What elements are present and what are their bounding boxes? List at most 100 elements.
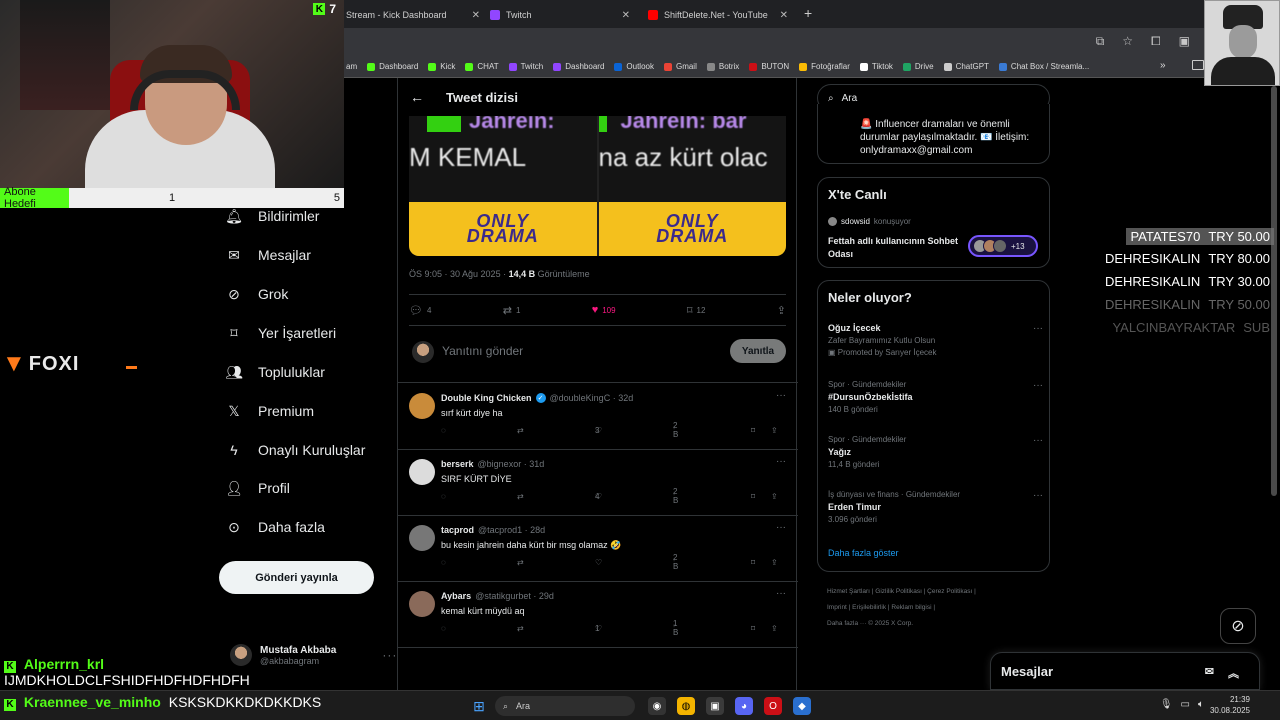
taskbar-search[interactable]: ⌕ Ara <box>495 696 635 716</box>
opera-icon[interactable]: O <box>764 697 782 715</box>
bookmark-item[interactable]: BUTON <box>749 62 789 71</box>
new-tab-button[interactable]: + <box>804 5 812 21</box>
more-icon[interactable]: ··· <box>382 648 397 662</box>
close-tab-icon[interactable]: ✕ <box>622 10 630 21</box>
microphone-icon[interactable]: 🎙︎ <box>1160 699 1173 710</box>
bookmarks-bar: am Dashboard Kick CHAT Twitch Dashboard Outloo… <box>344 56 1204 78</box>
media-image-left[interactable]: Jahrein: M KEMAL ONLY DRAMA <box>409 116 597 256</box>
post-button[interactable]: Gönderi yayınla <box>219 561 374 594</box>
app-icon[interactable]: ◆ <box>793 697 811 715</box>
media-image-right[interactable]: Jahrein: bar na az kürt olac ONLY DRAMA <box>598 116 786 256</box>
install-icon[interactable]: ⧉ <box>1096 34 1105 49</box>
chevron-up-icon[interactable]: ︽ <box>1228 665 1239 681</box>
bookmark-item[interactable]: am <box>346 62 357 71</box>
reply-author[interactable]: tacprod <box>441 525 474 535</box>
taskbar-clock[interactable]: 21:39 30.08.2025 <box>1210 694 1250 716</box>
obs-icon[interactable]: ◉ <box>648 697 666 715</box>
grok-fab-button[interactable]: ⊘ <box>1220 608 1256 644</box>
sidebar-item-notifications[interactable]: 🔔︎ Bildirimler <box>225 208 319 225</box>
tweet-media[interactable]: Jahrein: M KEMAL ONLY DRAMA Jahrein: bar… <box>409 116 786 256</box>
scrollbar[interactable] <box>1271 86 1277 496</box>
avatar[interactable] <box>409 525 435 551</box>
reply-tweet[interactable]: berserk @bignexor · 31d ··· SIRF KÜRT DİYE ◌… <box>398 450 798 516</box>
tab-youtube[interactable]: ShiftDelete.Net - YouTube ✕ <box>648 4 792 26</box>
avatar[interactable] <box>409 393 435 419</box>
windows-start-icon[interactable]: ⊞ <box>470 697 488 715</box>
sidebar-item-messages[interactable]: ✉ Mesajlar <box>226 247 311 264</box>
star-icon[interactable]: ☆ <box>1122 34 1133 49</box>
sidebar-item-premium[interactable]: 𝕏 Premium <box>226 403 314 420</box>
share-button[interactable]: ⇪ <box>777 304 786 317</box>
extensions-icon[interactable]: ⧠ <box>1151 34 1161 49</box>
address-bar[interactable]: ⧉ ☆ ⧠ ▣ <box>344 28 1204 56</box>
sidepanel-icon[interactable]: ▣ <box>1179 34 1190 49</box>
reply-submit-button[interactable]: Yanıtla <box>730 339 786 363</box>
avatar[interactable] <box>409 591 435 617</box>
bookmark-item[interactable]: Outlook <box>614 62 654 71</box>
sidebar-item-bookmarks[interactable]: ⌑ Yer İşaretleri <box>226 325 336 342</box>
messages-dock[interactable]: Mesajlar ✉ ︽ <box>990 652 1260 690</box>
tab-twitch[interactable]: Twitch ✕ <box>490 4 634 26</box>
sidebar-item-profile[interactable]: 👤︎ Profil <box>225 480 290 497</box>
bookmark-item[interactable]: Kick <box>428 62 455 71</box>
reply-input[interactable]: Yanıtını gönder <box>442 344 523 358</box>
discord-icon[interactable]: ◕ <box>735 697 753 715</box>
repost-button[interactable]: ⇄ 1 <box>503 304 521 317</box>
bookmark-item[interactable]: Tiktok <box>859 62 893 71</box>
more-icon[interactable]: ··· <box>1033 380 1043 391</box>
bookmark-item[interactable]: Fotoğraflar <box>799 62 850 71</box>
bookmark-item[interactable]: ChatGPT <box>943 62 989 71</box>
sidebar-item-communities[interactable]: 👥︎ Topluluklar <box>225 364 325 381</box>
footer-line[interactable]: Imprint | Erişilebilirlik | Reklam bilgi… <box>827 600 1047 616</box>
more-icon[interactable]: ··· <box>776 390 786 401</box>
trend-item[interactable]: Spor · Gündemdekiler Yağız 11,4 B gönderi ·… <box>828 435 1043 469</box>
back-arrow-icon[interactable]: ← <box>410 89 424 105</box>
close-tab-icon[interactable]: ✕ <box>780 10 788 21</box>
more-icon[interactable]: ··· <box>1033 435 1043 446</box>
volume-icon[interactable]: 🔈︎ <box>1198 699 1204 710</box>
bookmark-item[interactable]: Dashboard <box>553 62 604 71</box>
account-switcher[interactable]: Mustafa Akbaba @akbabagram ··· <box>230 644 397 666</box>
tab-kick-dashboard[interactable]: Stream - Kick Dashboard ✕ <box>346 4 484 26</box>
more-icon[interactable]: ··· <box>776 456 786 467</box>
sidebar-item-grok[interactable]: ⊘ Grok <box>226 286 288 303</box>
capture-icon[interactable]: ▣ <box>706 697 724 715</box>
footer-line[interactable]: Daha fazla ··· © 2025 X Corp. <box>827 616 1047 632</box>
bookmark-item[interactable]: Drive <box>902 62 934 71</box>
chrome-icon[interactable]: ◍ <box>677 697 695 715</box>
compose-message-icon[interactable]: ✉ <box>1205 665 1214 681</box>
bookmark-item[interactable]: Botrix <box>706 62 739 71</box>
reply-tweet[interactable]: Aybars @statikgurbet · 29d ··· kemal kürt m… <box>398 582 798 648</box>
bookmark-item[interactable]: Chat Box / Streamla... <box>998 62 1089 71</box>
reply-author[interactable]: Double King Chicken <box>441 393 532 403</box>
reply-author[interactable]: berserk <box>441 459 474 469</box>
reply-tweet[interactable]: tacprod @tacprod1 · 28d ··· bu kesin jahrei… <box>398 516 798 582</box>
bookmark-item[interactable]: Twitch <box>508 62 543 71</box>
sidebar-item-more[interactable]: ⊙ Daha fazla <box>226 519 325 536</box>
trend-item[interactable]: İş dünyası ve finans · Gündemdekiler Erde… <box>828 490 1043 524</box>
more-icon[interactable]: ··· <box>776 522 786 533</box>
trend-item[interactable]: Oğuz İçecek Zafer Bayramımız Kutlu Olsun ▣… <box>828 323 1043 357</box>
folder-icon[interactable] <box>1192 60 1204 70</box>
bookmark-item[interactable]: CHAT <box>465 62 499 71</box>
show-more-link[interactable]: Daha fazla göster <box>828 548 899 558</box>
more-icon[interactable]: ··· <box>776 588 786 599</box>
trend-item[interactable]: Spor · Gündemdekiler #DursunÖzbekİstifa 14… <box>828 380 1043 414</box>
live-listeners-pill[interactable]: +13 <box>968 235 1038 257</box>
avatar[interactable] <box>409 459 435 485</box>
like-button[interactable]: ♥ 109 <box>592 304 616 316</box>
more-icon[interactable]: ··· <box>1033 490 1043 501</box>
more-icon[interactable]: ··· <box>1033 323 1043 334</box>
reply-author[interactable]: Aybars <box>441 591 471 601</box>
bookmark-item[interactable]: Gmail <box>663 62 697 71</box>
live-spaces-card[interactable]: X'te Canlı sdowsid konuşuyor Fettah adlı… <box>817 177 1050 268</box>
bookmark-button[interactable]: ⌑ 12 <box>687 304 706 317</box>
footer-line[interactable]: Hizmet Şartları | Gizlilik Politikası | … <box>827 584 1047 600</box>
network-icon[interactable]: ▭ <box>1181 699 1190 710</box>
reply-tweet[interactable]: Double King Chicken ✓ @doubleKingC · 32d ··… <box>398 384 798 450</box>
bookmark-item[interactable]: Dashboard <box>367 62 418 71</box>
reply-button[interactable]: 💬︎ 4 <box>409 304 431 317</box>
bookmarks-overflow-button[interactable]: » <box>1160 60 1166 71</box>
sidebar-item-verified-orgs[interactable]: ϟ Onaylı Kuruluşlar <box>226 442 365 458</box>
close-tab-icon[interactable]: ✕ <box>472 10 480 21</box>
